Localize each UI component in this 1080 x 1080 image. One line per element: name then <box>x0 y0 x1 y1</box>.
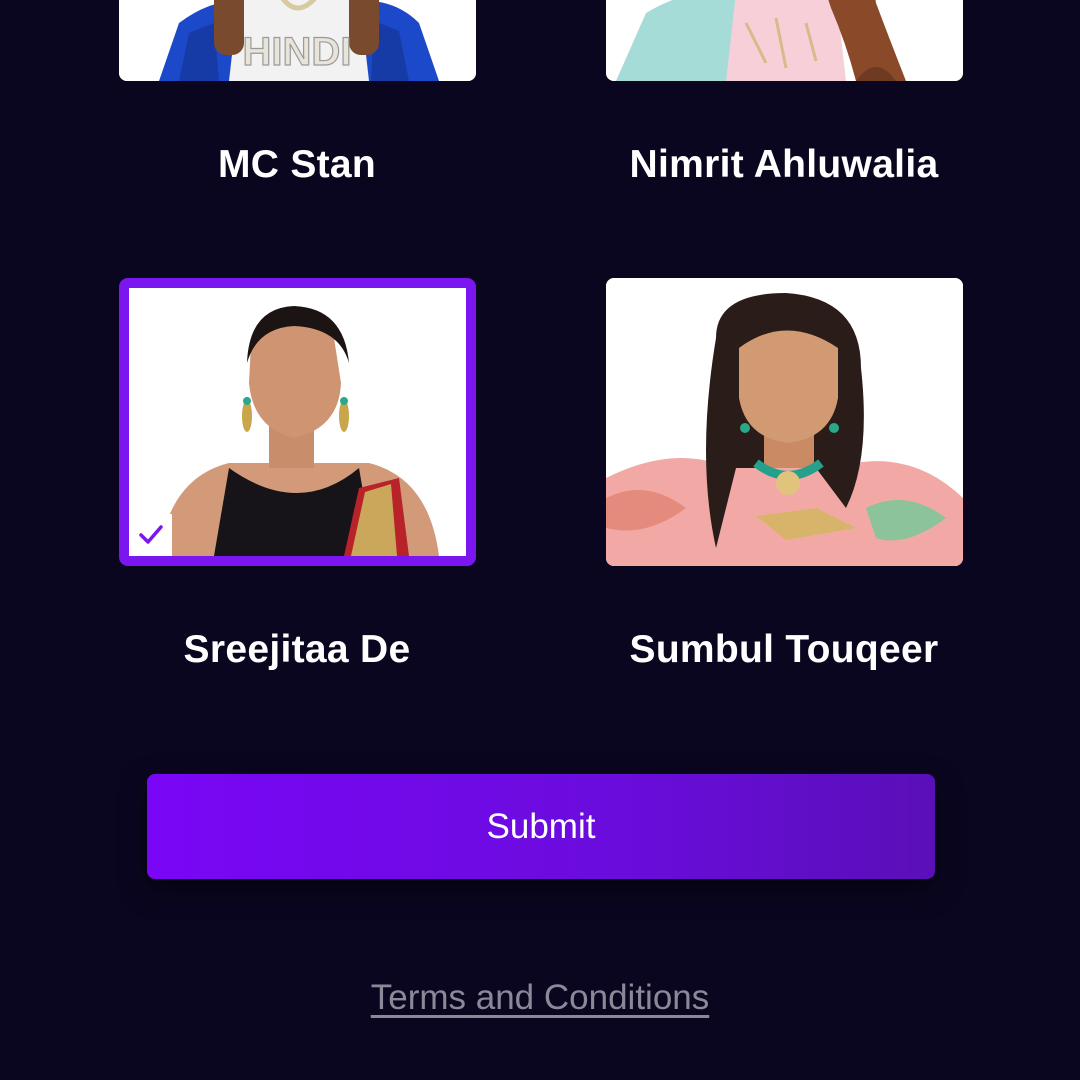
contestant-card-sumbul[interactable] <box>606 278 963 566</box>
contestant-card-mc-stan[interactable]: HINDI <box>119 0 476 81</box>
terms-and-conditions-link[interactable]: Terms and Conditions <box>0 978 1080 1018</box>
contestant-name: Nimrit Ahluwalia <box>629 143 939 186</box>
contestant-name: Sreejitaa De <box>183 628 411 671</box>
voting-screen: HINDI MC Stan Nimrit Ahluwalia Sreejitaa… <box>0 0 1080 1080</box>
contestant-card-sreejitaa[interactable] <box>119 278 476 566</box>
photo-necklace-text: HINDI <box>243 30 352 74</box>
contestant-photo-sumbul <box>606 278 963 566</box>
submit-button[interactable]: Submit <box>147 774 935 879</box>
contestant-photo-mc-stan: HINDI <box>119 0 476 81</box>
contestant-name: Sumbul Touqeer <box>629 628 939 671</box>
checkmark-icon <box>138 525 163 544</box>
contestant-name: MC Stan <box>217 143 377 186</box>
contestant-photo-nimrit <box>606 0 963 81</box>
contestant-card-nimrit[interactable] <box>606 0 963 81</box>
contestant-photo-sreejitaa <box>129 288 466 556</box>
selected-checkbox <box>129 514 172 556</box>
